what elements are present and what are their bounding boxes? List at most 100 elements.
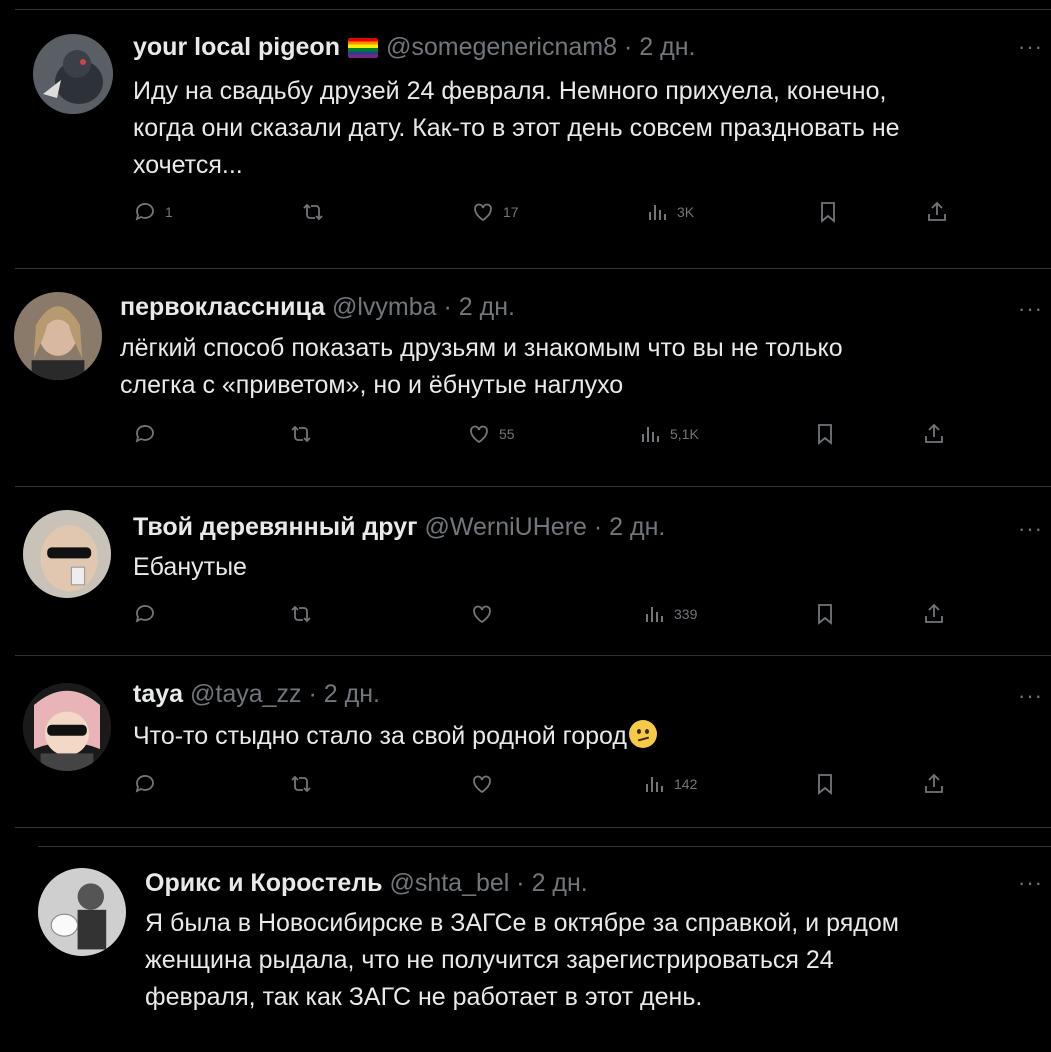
- share-icon: [928, 201, 946, 221]
- like-icon: [470, 425, 488, 444]
- display-name[interactable]: первоклассница: [120, 293, 325, 321]
- display-name[interactable]: Орикс и Коростель: [145, 869, 382, 897]
- views-icon: [649, 205, 666, 220]
- avatar[interactable]: [23, 510, 111, 598]
- more-icon[interactable]: ···: [1018, 296, 1043, 322]
- reply-button[interactable]: [133, 422, 165, 446]
- handle[interactable]: @somegenericnam8: [386, 33, 617, 61]
- timestamp[interactable]: · 2 дн.: [444, 293, 515, 321]
- confused-face-emoji: [628, 720, 657, 748]
- views-button[interactable]: 339: [642, 602, 697, 626]
- tweet-text-content: Что-то стыдно стало за свой родной город: [133, 722, 627, 750]
- handle[interactable]: @taya_zz: [190, 680, 302, 708]
- tweet-header: Твой деревянный друг @WerniUHere · 2 дн.: [133, 512, 665, 542]
- more-icon[interactable]: ···: [1018, 683, 1043, 709]
- timestamp[interactable]: · 2 дн.: [624, 33, 695, 61]
- bookmark-icon: [818, 604, 832, 625]
- display-name[interactable]: taya: [133, 680, 183, 708]
- action-bar: 1 17 3K: [133, 200, 953, 230]
- more-icon[interactable]: ···: [1018, 516, 1043, 542]
- share-button[interactable]: [922, 422, 946, 446]
- handle[interactable]: @lvymba: [332, 293, 437, 321]
- tweet[interactable]: your local pigeon @somegenericnam8 · 2 дн…: [0, 0, 1051, 268]
- share-button[interactable]: [922, 602, 946, 626]
- tweet-text: Иду на свадьбу друзей 24 февраля. Немног…: [133, 77, 900, 179]
- like-button[interactable]: [470, 772, 502, 796]
- like-icon: [474, 203, 492, 222]
- bookmark-button[interactable]: [816, 200, 840, 224]
- reply-button[interactable]: [133, 602, 165, 626]
- tweet[interactable]: Орикс и Коростель @shta_bel · 2 дн. ··· …: [0, 846, 1051, 1052]
- views-button[interactable]: 142: [642, 772, 697, 796]
- avatar-image: [33, 34, 113, 114]
- retweet-button[interactable]: [289, 602, 313, 626]
- bookmark-icon: [821, 202, 835, 223]
- avatar-image: [14, 292, 102, 380]
- avatar[interactable]: [23, 683, 111, 771]
- more-icon[interactable]: ···: [1018, 34, 1043, 60]
- views-button[interactable]: 5,1K: [638, 422, 699, 446]
- tweet-text: Ебанутые: [133, 553, 247, 581]
- reply-button[interactable]: 1: [133, 200, 173, 224]
- timestamp[interactable]: · 2 дн.: [594, 513, 665, 541]
- bookmark-button[interactable]: [813, 422, 837, 446]
- like-icon: [473, 605, 491, 624]
- views-count: 339: [674, 606, 698, 622]
- views-icon: [642, 427, 659, 442]
- action-bar: 55 5,1K: [133, 422, 953, 452]
- avatar[interactable]: [38, 868, 126, 956]
- reply-button[interactable]: [133, 772, 165, 796]
- retweet-icon: [291, 775, 311, 793]
- avatar-image: [23, 683, 111, 771]
- retweet-icon: [291, 605, 311, 623]
- views-count: 142: [674, 776, 698, 792]
- bookmark-button[interactable]: [813, 602, 837, 626]
- like-button[interactable]: [470, 602, 502, 626]
- timestamp[interactable]: · 2 дн.: [309, 680, 380, 708]
- share-button[interactable]: [925, 200, 949, 224]
- avatar-image: [23, 510, 111, 598]
- like-button[interactable]: 55: [467, 422, 515, 446]
- reply-icon: [135, 203, 154, 221]
- tweet-header: taya @taya_zz · 2 дн.: [133, 679, 380, 709]
- retweet-button[interactable]: [289, 422, 313, 446]
- tweet[interactable]: первоклассница @lvymba · 2 дн. ··· лёгки…: [0, 268, 1051, 486]
- more-icon[interactable]: ···: [1018, 870, 1043, 896]
- retweet-button[interactable]: [289, 772, 313, 796]
- avatar[interactable]: [33, 34, 113, 114]
- avatar-image: [38, 868, 126, 956]
- reply-icon: [135, 605, 154, 623]
- bookmark-icon: [818, 424, 832, 445]
- tweet[interactable]: Твой деревянный друг @WerniUHere · 2 дн.…: [0, 486, 1051, 655]
- like-icon: [473, 775, 491, 794]
- share-button[interactable]: [922, 772, 946, 796]
- action-bar: 339: [133, 602, 953, 632]
- display-name[interactable]: Твой деревянный друг: [133, 513, 418, 541]
- share-icon: [925, 603, 943, 623]
- like-button[interactable]: 17: [471, 200, 519, 224]
- divider: [15, 827, 1051, 828]
- tweet-text: Что-то стыдно стало за свой родной город: [133, 718, 657, 755]
- retweet-icon: [291, 425, 311, 443]
- action-bar: 142: [133, 772, 953, 802]
- views-count: 3K: [677, 204, 695, 220]
- like-count: 17: [503, 204, 519, 220]
- reply-count: 1: [165, 204, 173, 220]
- retweet-button[interactable]: [301, 200, 325, 224]
- tweet-text: лёгкий способ показать друзьям и знакомы…: [120, 334, 843, 399]
- tweet-text: Я была в Новосибирске в ЗАГСе в октябре …: [145, 909, 899, 1011]
- avatar[interactable]: [14, 292, 102, 380]
- reply-icon: [135, 775, 154, 793]
- bookmark-button[interactable]: [813, 772, 837, 796]
- share-icon: [925, 423, 943, 443]
- like-count: 55: [499, 426, 515, 442]
- timestamp[interactable]: · 2 дн.: [516, 869, 587, 897]
- display-name[interactable]: your local pigeon: [133, 33, 340, 61]
- reply-icon: [135, 425, 154, 443]
- handle[interactable]: @shta_bel: [389, 869, 509, 897]
- views-count: 5,1K: [670, 426, 699, 442]
- tweet[interactable]: taya @taya_zz · 2 дн. ··· Что-то стыдно …: [0, 655, 1051, 827]
- views-button[interactable]: 3K: [645, 200, 694, 224]
- handle[interactable]: @WerniUHere: [424, 513, 586, 541]
- views-icon: [646, 607, 663, 622]
